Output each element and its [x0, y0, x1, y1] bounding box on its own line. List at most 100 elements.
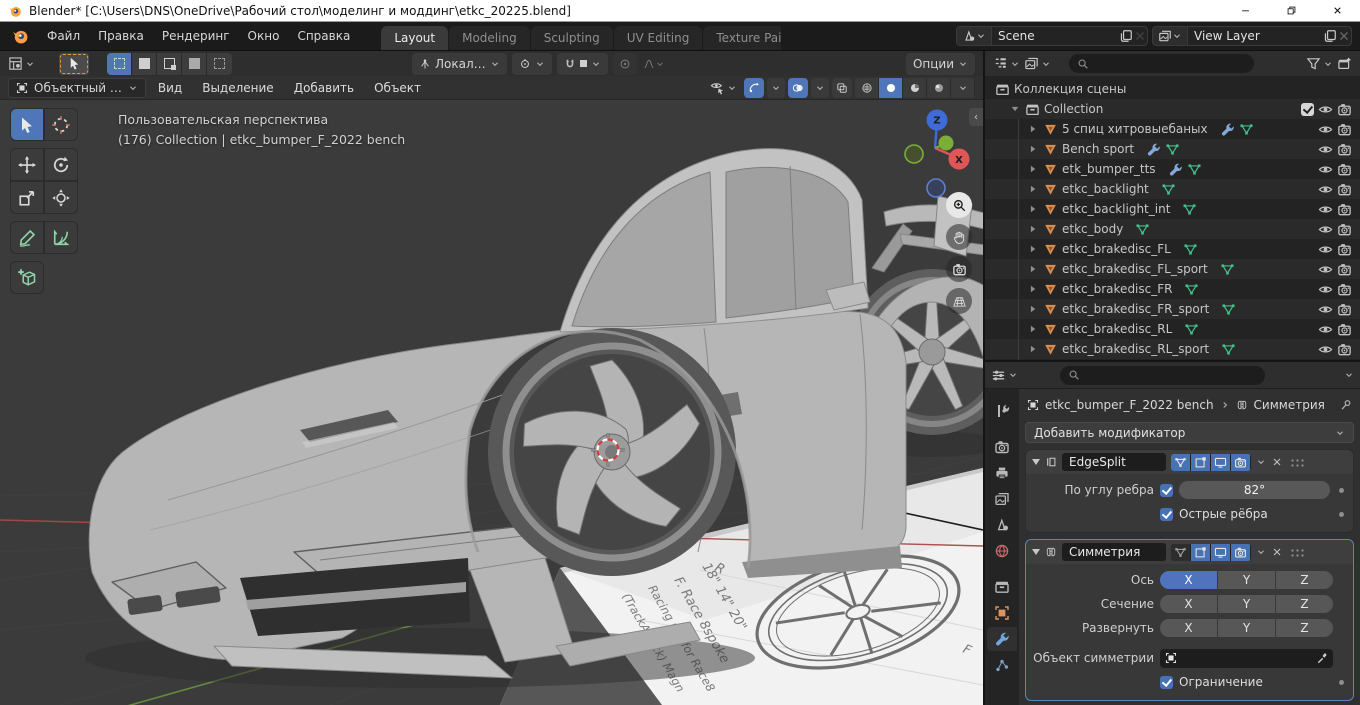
gizmos-toggle[interactable]	[744, 78, 764, 98]
expand-icon[interactable]	[1027, 303, 1039, 315]
xray-toggle[interactable]	[832, 78, 852, 98]
camera-render-icon[interactable]	[1337, 262, 1352, 277]
axis-y-ball[interactable]	[939, 136, 954, 151]
breadcrumb-object[interactable]: etkc_bumper_F_2022 bench	[1045, 398, 1214, 412]
delete-modifier-icon[interactable]	[1271, 546, 1283, 558]
tab-modeling[interactable]: Modeling	[449, 26, 530, 50]
overlays-toggle[interactable]	[788, 78, 808, 98]
tab-world[interactable]	[987, 539, 1017, 563]
minimize-button[interactable]	[1222, 0, 1268, 21]
options-dropdown[interactable]: Опции	[906, 53, 975, 75]
breadcrumb-modifier[interactable]: Симметрия	[1254, 398, 1325, 412]
tool-annotate[interactable]	[10, 221, 44, 254]
pivot-point-dropdown[interactable]	[512, 53, 552, 75]
zoom-button[interactable]	[946, 192, 972, 218]
edgesplit-panel-header[interactable]: EdgeSplit	[1026, 450, 1353, 474]
eye-icon[interactable]	[1318, 322, 1333, 337]
outliner-item[interactable]: Bench sport	[985, 139, 1360, 159]
camera-render-icon[interactable]	[1337, 142, 1352, 157]
properties-editor-type[interactable]	[991, 368, 1018, 383]
new-view-layer-icon[interactable]	[1323, 29, 1337, 43]
toggle-realtime[interactable]	[1211, 544, 1231, 561]
delete-modifier-icon[interactable]	[1271, 456, 1283, 468]
view-layer-name[interactable]: View Layer	[1188, 29, 1323, 43]
collapse-triangle-icon[interactable]	[1032, 549, 1040, 555]
toggle-on-cage[interactable]	[1171, 454, 1191, 471]
expand-icon[interactable]	[1027, 283, 1039, 295]
tab-sculpting[interactable]: Sculpting	[531, 26, 613, 50]
active-tool-select-box[interactable]	[59, 53, 89, 75]
axis-z-button[interactable]: Z	[1276, 571, 1333, 589]
eye-icon[interactable]	[1318, 282, 1333, 297]
camera-render-icon[interactable]	[1337, 182, 1352, 197]
collection-checkbox[interactable]	[1301, 103, 1314, 116]
tab-object[interactable]	[987, 601, 1017, 625]
proportional-edit-toggle[interactable]	[613, 53, 637, 75]
expand-icon[interactable]	[1027, 323, 1039, 335]
menu-render[interactable]: Рендеринг	[153, 25, 239, 47]
flip-z-button[interactable]: Z	[1276, 619, 1333, 637]
eye-icon[interactable]	[1318, 342, 1333, 357]
outliner-display-mode[interactable]	[993, 56, 1020, 71]
new-collection-button[interactable]	[1337, 56, 1352, 71]
properties-search-input[interactable]	[1060, 366, 1265, 385]
expand-icon[interactable]	[1027, 223, 1039, 235]
menu-file[interactable]: Файл	[38, 25, 89, 47]
outliner-item[interactable]: etkc_backlight_int	[985, 199, 1360, 219]
menu-help[interactable]: Справка	[288, 25, 359, 47]
interaction-mode-dropdown[interactable]: Объектный …	[8, 78, 146, 98]
outliner-item[interactable]: etkc_brakedisc_RL_sport	[985, 339, 1360, 359]
drag-handle-icon[interactable]	[1290, 458, 1305, 467]
outliner-item[interactable]: etkc_brakedisc_FR_sport	[985, 299, 1360, 319]
toggle-edit-mode[interactable]	[1191, 544, 1211, 561]
eye-icon[interactable]	[1318, 162, 1333, 177]
select-mode-set[interactable]	[107, 53, 132, 75]
scene-selector[interactable]: Scene	[956, 26, 1148, 46]
eye-icon[interactable]	[1318, 102, 1333, 117]
toggle-render[interactable]	[1231, 544, 1251, 561]
tool-measure[interactable]	[44, 221, 78, 254]
outliner-item[interactable]: etkc_brakedisc_FL	[985, 239, 1360, 259]
tab-tool[interactable]	[987, 399, 1017, 423]
clipping-checkbox[interactable]	[1160, 676, 1173, 689]
eye-icon[interactable]	[1318, 242, 1333, 257]
restore-button[interactable]	[1268, 0, 1314, 21]
tool-transform[interactable]	[44, 181, 78, 214]
add-modifier-dropdown[interactable]: Добавить модификатор	[1025, 422, 1354, 443]
view-layer-selector[interactable]: View Layer	[1152, 26, 1352, 46]
collapse-icon[interactable]	[1009, 103, 1021, 115]
eye-icon[interactable]	[1318, 262, 1333, 277]
menu-object[interactable]: Объект	[366, 78, 429, 98]
transform-orientation-dropdown[interactable]: Локал…	[412, 53, 507, 75]
camera-render-icon[interactable]	[1337, 282, 1352, 297]
menu-add[interactable]: Добавить	[286, 78, 362, 98]
bisect-z-button[interactable]: Z	[1276, 595, 1333, 613]
tab-scene[interactable]	[987, 513, 1017, 537]
tab-texture-paint[interactable]: Texture Paint	[703, 26, 781, 50]
editor-type-selector[interactable]	[8, 56, 35, 71]
expand-icon[interactable]	[1027, 243, 1039, 255]
outliner-filter-dropdown[interactable]	[1306, 56, 1333, 71]
eye-icon[interactable]	[1318, 142, 1333, 157]
menu-view[interactable]: Вид	[150, 78, 190, 98]
expand-icon[interactable]	[1027, 143, 1039, 155]
tab-modifiers[interactable]	[987, 627, 1017, 651]
modifier-name-field[interactable]: EdgeSplit	[1062, 453, 1166, 471]
eye-icon[interactable]	[1318, 182, 1333, 197]
mirror-object-field[interactable]	[1160, 649, 1333, 668]
tool-cursor[interactable]	[44, 108, 78, 141]
eye-icon[interactable]	[1318, 202, 1333, 217]
outliner-item[interactable]: etkc_brakedisc_FL_sport	[985, 259, 1360, 279]
tab-layout[interactable]: Layout	[381, 26, 448, 50]
eye-icon[interactable]	[1318, 222, 1333, 237]
unlink-scene-icon[interactable]	[1133, 29, 1147, 43]
shading-solid[interactable]	[879, 78, 903, 98]
outliner-item[interactable]: etk_bumper_tts	[985, 159, 1360, 179]
bisect-x-button[interactable]: X	[1160, 595, 1217, 613]
camera-render-icon[interactable]	[1337, 102, 1352, 117]
outliner-item[interactable]: 5 спиц хитровыебаных	[985, 119, 1360, 139]
axis-neg-x-ball[interactable]	[905, 145, 923, 163]
sidebar-collapse-arrow[interactable]: ‹	[969, 108, 983, 126]
snap-dropdown[interactable]	[557, 53, 608, 75]
camera-render-icon[interactable]	[1337, 222, 1352, 237]
